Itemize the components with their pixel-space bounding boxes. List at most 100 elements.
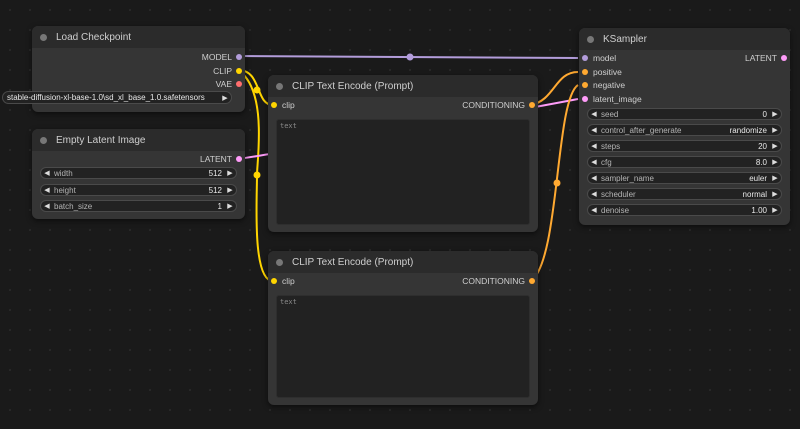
- widget-label: steps: [601, 141, 621, 151]
- collapse-dot-icon[interactable]: [40, 33, 47, 41]
- batch-size-widget[interactable]: ◀ batch_size 1 ▶: [40, 200, 237, 212]
- output-latent-port[interactable]: [781, 55, 787, 61]
- input-clip-port[interactable]: [271, 102, 277, 108]
- arrow-right-icon[interactable]: ▶: [769, 158, 781, 166]
- cfg-widget[interactable]: ◀ cfg 8.0 ▶: [587, 156, 782, 168]
- arrow-right-icon[interactable]: ▶: [219, 94, 231, 102]
- output-clip-port[interactable]: [236, 68, 242, 74]
- arrow-right-icon[interactable]: ▶: [769, 174, 781, 182]
- node-title: CLIP Text Encode (Prompt): [292, 80, 414, 92]
- input-model-port[interactable]: [582, 55, 588, 61]
- output-conditioning-label: CONDITIONING: [462, 100, 525, 110]
- arrow-right-icon[interactable]: ▶: [224, 202, 236, 210]
- output-clip-label: CLIP: [213, 66, 232, 76]
- prompt-text-input[interactable]: text: [276, 295, 530, 398]
- arrow-left-icon[interactable]: ◀: [588, 126, 600, 134]
- input-clip-label: clip: [282, 100, 295, 110]
- collapse-dot-icon[interactable]: [276, 258, 283, 266]
- output-conditioning-port[interactable]: [529, 102, 535, 108]
- height-widget[interactable]: ◀ height 512 ▶: [40, 184, 237, 196]
- node-title-bar[interactable]: Empty Latent Image: [32, 129, 245, 151]
- node-title-bar[interactable]: KSampler: [579, 28, 790, 50]
- widget-value: 8.0: [755, 157, 767, 167]
- arrow-left-icon[interactable]: ◀: [588, 110, 600, 118]
- steps-widget[interactable]: ◀ steps 20 ▶: [587, 140, 782, 152]
- arrow-left-icon[interactable]: ◀: [41, 202, 53, 210]
- output-latent[interactable]: LATENT: [32, 152, 245, 166]
- output-clip[interactable]: CLIP: [32, 64, 245, 78]
- widget-value: normal: [742, 189, 767, 199]
- arrow-right-icon[interactable]: ▶: [224, 186, 236, 194]
- output-conditioning[interactable]: CONDITIONING: [405, 274, 538, 288]
- control-after-generate-widget[interactable]: ◀ control_after_generate randomize ▶: [587, 124, 782, 136]
- output-model-port[interactable]: [236, 54, 242, 60]
- widget-label: batch_size: [54, 201, 93, 211]
- empty-latent-image-node[interactable]: Empty Latent Image LATENT ◀ width 512 ▶ …: [32, 129, 245, 219]
- arrow-left-icon[interactable]: ◀: [588, 174, 600, 182]
- widget-label: height: [54, 185, 76, 195]
- output-vae-port[interactable]: [236, 81, 242, 87]
- node-title: KSampler: [603, 33, 647, 45]
- widget-value: 512: [208, 185, 222, 195]
- widget-label: sampler_name: [601, 173, 654, 183]
- input-clip-port[interactable]: [271, 278, 277, 284]
- widget-value: 512: [208, 168, 222, 178]
- ksampler-node[interactable]: KSampler model LATENT positive negative …: [579, 28, 790, 225]
- input-negative-label: negative: [593, 80, 626, 90]
- node-title-bar[interactable]: CLIP Text Encode (Prompt): [268, 251, 538, 273]
- clip-text-encode-negative-node[interactable]: CLIP Text Encode (Prompt) clip CONDITION…: [268, 251, 538, 405]
- wire-model-midpoint: [406, 53, 414, 61]
- scheduler-widget[interactable]: ◀ scheduler normal ▶: [587, 188, 782, 200]
- output-model-label: MODEL: [201, 52, 232, 62]
- arrow-left-icon[interactable]: ◀: [41, 169, 53, 177]
- input-negative[interactable]: negative: [579, 78, 790, 92]
- output-vae-label: VAE: [215, 79, 232, 89]
- arrow-right-icon[interactable]: ▶: [769, 206, 781, 214]
- arrow-right-icon[interactable]: ▶: [769, 126, 781, 134]
- arrow-left-icon[interactable]: ◀: [588, 142, 600, 150]
- input-latent-image[interactable]: latent_image: [579, 92, 790, 106]
- input-latent-image-port[interactable]: [582, 96, 588, 102]
- node-graph-canvas[interactable]: Load Checkpoint MODEL CLIP VAE stable-di…: [0, 0, 800, 429]
- sampler-name-widget[interactable]: ◀ sampler_name euler ▶: [587, 172, 782, 184]
- widget-value: 20: [758, 141, 767, 151]
- arrow-left-icon[interactable]: ◀: [588, 206, 600, 214]
- widget-value: euler: [749, 173, 767, 183]
- wire-conditioning-negative-midpoint: [553, 179, 561, 187]
- collapse-dot-icon[interactable]: [40, 136, 47, 144]
- input-clip-label: clip: [282, 276, 295, 286]
- output-latent-port[interactable]: [236, 156, 242, 162]
- widget-label: denoise: [601, 205, 630, 215]
- input-positive-port[interactable]: [582, 69, 588, 75]
- output-latent[interactable]: LATENT: [697, 51, 790, 65]
- collapse-dot-icon[interactable]: [587, 35, 594, 43]
- output-model[interactable]: MODEL: [32, 50, 245, 64]
- output-vae[interactable]: VAE: [32, 77, 245, 91]
- seed-widget[interactable]: ◀ seed 0 ▶: [587, 108, 782, 120]
- denoise-widget[interactable]: ◀ denoise 1.00 ▶: [587, 204, 782, 216]
- arrow-left-icon[interactable]: ◀: [588, 158, 600, 166]
- node-title-bar[interactable]: CLIP Text Encode (Prompt): [268, 75, 538, 97]
- output-conditioning-port[interactable]: [529, 278, 535, 284]
- arrow-left-icon[interactable]: ◀: [41, 186, 53, 194]
- width-widget[interactable]: ◀ width 512 ▶: [40, 167, 237, 179]
- arrow-right-icon[interactable]: ▶: [224, 169, 236, 177]
- input-positive[interactable]: positive: [579, 65, 790, 79]
- prompt-text-input[interactable]: text: [276, 119, 530, 225]
- arrow-right-icon[interactable]: ▶: [769, 190, 781, 198]
- ckpt-name-select[interactable]: stable-diffusion-xl-base-1.0\sd_xl_base_…: [2, 91, 232, 104]
- output-latent-label: LATENT: [200, 154, 232, 164]
- input-negative-port[interactable]: [582, 82, 588, 88]
- wire-conditioning-positive: [530, 71, 579, 106]
- arrow-right-icon[interactable]: ▶: [769, 142, 781, 150]
- wire-clip-positive-midpoint: [253, 86, 261, 94]
- node-title: Empty Latent Image: [56, 134, 146, 146]
- input-model-label: model: [593, 53, 617, 63]
- ckpt-name-value: stable-diffusion-xl-base-1.0\sd_xl_base_…: [7, 93, 205, 102]
- arrow-right-icon[interactable]: ▶: [769, 110, 781, 118]
- clip-text-encode-positive-node[interactable]: CLIP Text Encode (Prompt) clip CONDITION…: [268, 75, 538, 232]
- arrow-left-icon[interactable]: ◀: [588, 190, 600, 198]
- node-title-bar[interactable]: Load Checkpoint: [32, 26, 245, 48]
- collapse-dot-icon[interactable]: [276, 82, 283, 90]
- output-conditioning[interactable]: CONDITIONING: [405, 98, 538, 112]
